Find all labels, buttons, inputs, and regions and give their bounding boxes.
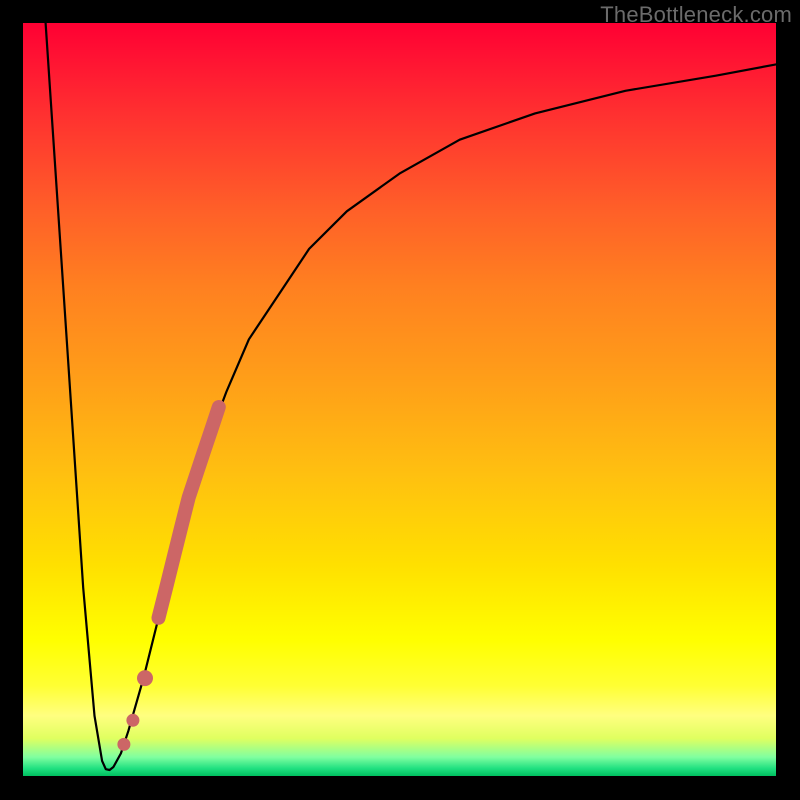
heatmap-gradient: [23, 23, 776, 776]
plot-area: [23, 23, 776, 776]
watermark-text: TheBottleneck.com: [600, 2, 792, 28]
chart-frame: TheBottleneck.com: [0, 0, 800, 800]
